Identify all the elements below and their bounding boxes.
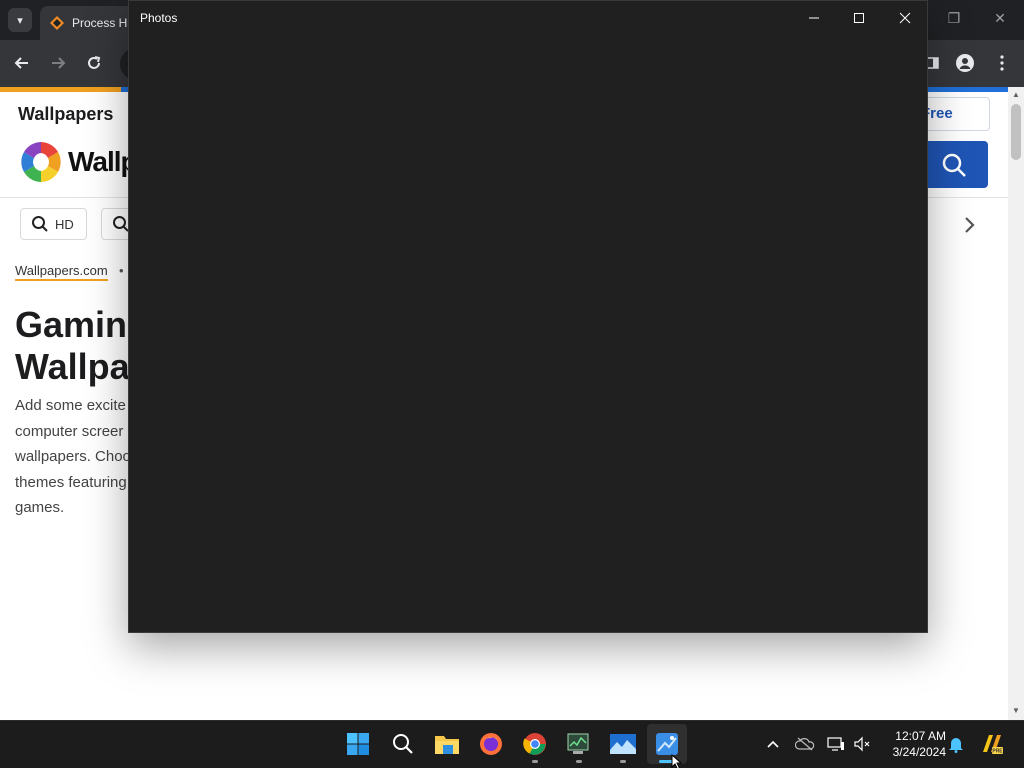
restore-icon[interactable]: ❐: [944, 10, 964, 27]
chrome-icon: [523, 733, 546, 755]
photos-window[interactable]: Photos: [128, 0, 928, 633]
search-icon: [942, 153, 966, 177]
taskbar-chrome[interactable]: [515, 724, 555, 764]
start-button[interactable]: [338, 724, 378, 764]
volume-muted-icon[interactable]: [853, 734, 873, 754]
breadcrumb-home-link[interactable]: Wallpapers.com: [15, 263, 108, 281]
tab-search-chevron-icon[interactable]: ▾: [8, 8, 32, 32]
maximize-icon: [854, 13, 864, 23]
photos-landscape-icon: [610, 734, 636, 754]
file-explorer-icon: [435, 736, 459, 754]
maximize-button[interactable]: [846, 7, 872, 29]
tab-title: Process Ha: [72, 16, 135, 30]
running-indicator: [620, 760, 626, 763]
profile-avatar-icon[interactable]: [953, 51, 977, 75]
svg-text:PRE: PRE: [992, 749, 1003, 755]
network-icon[interactable]: [826, 734, 846, 754]
task-manager-icon: [567, 733, 589, 754]
tray-overflow-chevron-icon[interactable]: [763, 734, 783, 754]
forward-arrow-icon[interactable]: [46, 51, 70, 75]
window-title: Photos: [140, 11, 178, 25]
page-scrollbar[interactable]: [1008, 87, 1024, 720]
notification-bell-icon[interactable]: [946, 734, 966, 754]
back-arrow-icon[interactable]: [10, 51, 34, 75]
clock-date: 3/24/2024: [892, 745, 946, 759]
minimize-button[interactable]: [801, 7, 827, 29]
minimize-icon: [809, 17, 819, 19]
scroll-down-icon[interactable]: ▼: [1011, 706, 1021, 716]
process-hacker-favicon-icon: [50, 16, 64, 30]
breadcrumb-separator: •: [119, 263, 124, 278]
scroll-up-icon[interactable]: ▲: [1011, 90, 1021, 100]
mouse-cursor-icon: [671, 754, 683, 768]
chip-hd[interactable]: HD: [20, 208, 87, 240]
close-button[interactable]: [892, 7, 918, 29]
onedrive-offline-icon[interactable]: [795, 734, 815, 754]
site-search-button[interactable]: [920, 141, 988, 188]
chevron-right-icon[interactable]: [960, 213, 980, 237]
chip-label: HD: [55, 216, 74, 232]
taskbar-firefox[interactable]: [471, 724, 511, 764]
taskbar-clock[interactable]: 12:07 AM 3/24/2024: [880, 728, 946, 760]
running-indicator: [532, 760, 538, 763]
copilot-preview-icon[interactable]: PRE: [980, 732, 1004, 756]
taskbar-search-button[interactable]: [383, 724, 423, 764]
photos-app-icon: [656, 733, 678, 755]
firefox-icon: [480, 733, 502, 755]
running-indicator: [576, 760, 582, 763]
clock-time: 12:07 AM: [895, 729, 946, 743]
close-icon: [899, 12, 911, 24]
search-icon: [393, 734, 413, 754]
search-icon: [32, 216, 48, 232]
more-menu-icon[interactable]: [990, 51, 1014, 75]
site-name: Wallpapers: [18, 104, 114, 124]
windows-start-icon: [347, 733, 369, 755]
scrollbar-thumb[interactable]: [1011, 104, 1021, 160]
taskbar-task-manager[interactable]: [559, 724, 599, 764]
reload-icon[interactable]: [82, 51, 106, 75]
taskbar-file-explorer[interactable]: [427, 724, 467, 764]
site-logo-icon[interactable]: [20, 141, 62, 183]
site-wordmark: Wallp: [68, 146, 138, 177]
close-icon[interactable]: ✕: [990, 10, 1010, 27]
taskbar-photos-landscape[interactable]: [603, 724, 643, 764]
